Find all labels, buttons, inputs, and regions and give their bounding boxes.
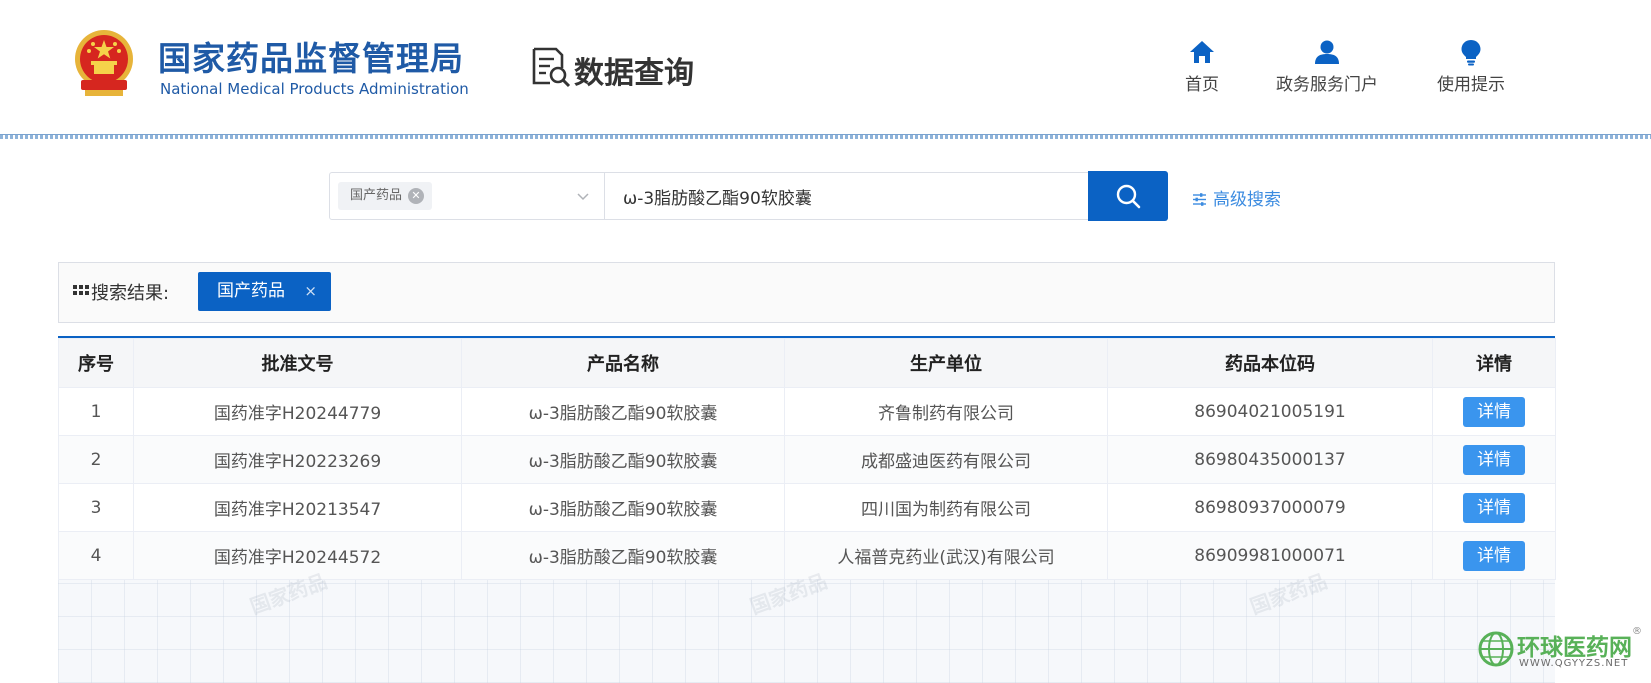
cell-detail: 详情 [1432, 531, 1556, 580]
col-header-code: 药品本位码 [1107, 338, 1433, 388]
cell-manufacturer: 四川国为制药有限公司 [784, 483, 1108, 532]
registered-mark: ® [1632, 626, 1642, 637]
cell-product: ω-3脂肪酸乙酯90软胶囊 [461, 435, 785, 484]
table-header-row: 序号 批准文号 产品名称 生产单位 药品本位码 详情 [58, 338, 1556, 388]
category-select[interactable]: 国产药品 ✕ [329, 172, 605, 220]
result-label-text: 搜索结果: [91, 283, 170, 304]
advanced-search-label: 高级搜索 [1213, 190, 1281, 210]
nav-usage-tips-label: 使用提示 [1437, 75, 1505, 95]
cell-product: ω-3脂肪酸乙酯90软胶囊 [461, 531, 785, 580]
grid-icon [73, 285, 89, 295]
globe-icon [1478, 631, 1514, 667]
cell-approval-no: 国药准字H20244779 [133, 387, 462, 436]
cell-code: 86980435000137 [1107, 435, 1433, 484]
lightbulb-icon [1461, 40, 1481, 66]
section-title: 数据查询 [574, 56, 694, 91]
table-row: 3 国药准字H20213547 ω-3脂肪酸乙酯90软胶囊 四川国为制药有限公司… [58, 483, 1556, 532]
cell-approval-no: 国药准字H20244572 [133, 531, 462, 580]
col-header-index: 序号 [58, 338, 134, 388]
col-header-product: 产品名称 [461, 338, 785, 388]
nav-service-portal[interactable]: 政务服务门户 [1276, 38, 1378, 95]
detail-button[interactable]: 详情 [1463, 540, 1525, 571]
col-header-manufacturer: 生产单位 [784, 338, 1108, 388]
cell-approval-no: 国药准字H20223269 [133, 435, 462, 484]
cell-index: 4 [58, 531, 134, 580]
search-input[interactable] [605, 172, 1089, 220]
category-tag: 国产药品 ✕ [338, 182, 433, 210]
document-search-icon [532, 47, 571, 88]
home-icon [1190, 41, 1214, 63]
cell-detail: 详情 [1432, 483, 1556, 532]
close-icon[interactable]: × [304, 272, 317, 311]
corner-logo: 环球医药网 ® WWW.QGYYZS.NET [1477, 626, 1647, 676]
user-icon [1315, 40, 1339, 64]
chevron-down-icon[interactable] [576, 189, 590, 203]
cell-approval-no: 国药准字H20213547 [133, 483, 462, 532]
org-name-en: National Medical Products Administration [160, 80, 469, 98]
cell-code: 86904021005191 [1107, 387, 1433, 436]
nav-usage-tips[interactable]: 使用提示 [1437, 38, 1505, 95]
site-header: 国家药品监督管理局 National Medical Products Admi… [0, 0, 1651, 136]
org-name-cn: 国家药品监督管理局 [158, 39, 464, 78]
cell-detail: 详情 [1432, 387, 1556, 436]
search-icon [1116, 184, 1141, 208]
results-table-area: 国家药品 国家药品 国家药品 序号 批准文号 产品名称 生产单位 药品本位码 详… [58, 336, 1556, 683]
tag-close-icon[interactable]: ✕ [408, 188, 425, 204]
corner-logo-name: 环球医药网 [1517, 635, 1632, 661]
detail-button[interactable]: 详情 [1463, 492, 1525, 523]
nav-service-portal-label: 政务服务门户 [1276, 75, 1378, 95]
table-row: 4 国药准字H20244572 ω-3脂肪酸乙酯90软胶囊 人福普克药业(武汉)… [58, 531, 1556, 580]
filter-chip[interactable]: 国产药品 × [198, 272, 331, 311]
table-row: 1 国药准字H20244779 ω-3脂肪酸乙酯90软胶囊 齐鲁制药有限公司 8… [58, 387, 1556, 436]
filter-chip-label: 国产药品 [217, 281, 285, 301]
cell-product: ω-3脂肪酸乙酯90软胶囊 [461, 387, 785, 436]
national-emblem-icon [75, 30, 133, 96]
cell-index: 3 [58, 483, 134, 532]
nav-home-label: 首页 [1185, 75, 1219, 95]
result-filter-bar: 搜索结果: 国产药品 × [58, 262, 1555, 323]
cell-manufacturer: 成都盛迪医药有限公司 [784, 435, 1108, 484]
nav-home[interactable]: 首页 [1185, 38, 1219, 95]
sliders-icon [1193, 193, 1206, 206]
cell-detail: 详情 [1432, 435, 1556, 484]
detail-button[interactable]: 详情 [1463, 396, 1525, 427]
results-table: 序号 批准文号 产品名称 生产单位 药品本位码 详情 1 国药准字H202447… [58, 338, 1556, 580]
col-header-approval-no: 批准文号 [133, 338, 462, 388]
search-button[interactable] [1088, 171, 1168, 221]
corner-logo-url: WWW.QGYYZS.NET [1519, 658, 1629, 669]
result-label: 搜索结果: [73, 279, 169, 305]
cell-index: 1 [58, 387, 134, 436]
table-row: 2 国药准字H20223269 ω-3脂肪酸乙酯90软胶囊 成都盛迪医药有限公司… [58, 435, 1556, 484]
col-header-detail: 详情 [1432, 338, 1556, 388]
advanced-search-link[interactable]: 高级搜索 [1192, 185, 1281, 210]
detail-button[interactable]: 详情 [1463, 444, 1525, 475]
cell-manufacturer: 齐鲁制药有限公司 [784, 387, 1108, 436]
cell-code: 86909981000071 [1107, 531, 1433, 580]
cell-index: 2 [58, 435, 134, 484]
cell-code: 86980937000079 [1107, 483, 1433, 532]
category-tag-label: 国产药品 [350, 188, 403, 203]
cell-product: ω-3脂肪酸乙酯90软胶囊 [461, 483, 785, 532]
cell-manufacturer: 人福普克药业(武汉)有限公司 [784, 531, 1108, 580]
header-divider [0, 134, 1651, 139]
